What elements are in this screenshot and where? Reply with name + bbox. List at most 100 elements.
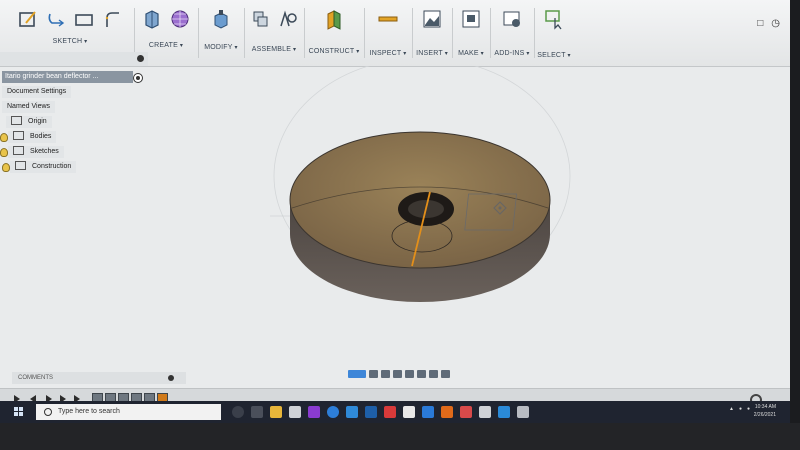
line-icon[interactable] [45,6,67,32]
cortana-icon[interactable] [232,406,244,418]
model-canvas[interactable] [150,57,790,366]
browser-item-label: Document Settings [7,88,67,95]
toolbar-right: □ ◷ [757,18,780,29]
new-component-icon[interactable] [249,6,271,32]
browser-item-document-settings[interactable]: Document Settings [2,86,72,98]
make-label[interactable]: MAKE [454,50,488,57]
active-component-icon[interactable] [133,73,143,83]
construct-group[interactable]: CONSTRUCT [306,4,362,64]
app-icon[interactable] [384,406,396,418]
press-pull-icon[interactable] [210,6,232,32]
browser-item-named-views[interactable]: Named Views [2,101,56,113]
store-icon[interactable] [289,406,301,418]
browser-item-origin[interactable]: Origin [6,115,52,128]
sketch-label[interactable]: SKETCH [6,38,134,45]
sketches-visibility-icon[interactable] [0,148,8,157]
browser-item-label: Named Views [7,103,51,110]
select-icon[interactable] [543,6,565,32]
pan-icon[interactable] [381,370,390,378]
rectangle-icon[interactable] [73,6,95,32]
create-sketch-icon[interactable] [17,6,39,32]
browser-item-label: Bodies [30,133,52,140]
create-label[interactable]: CREATE [136,42,196,49]
browser-item-label: Sketches [30,148,59,155]
notifications-icon[interactable]: □ [757,18,763,29]
app-icon[interactable] [422,406,434,418]
taskbar-clock[interactable]: 10:34 AM 2/26/2021 [754,403,776,419]
navigation-bar [348,368,478,380]
fit-icon[interactable] [405,370,414,378]
app-icon[interactable] [517,406,529,418]
help-icon[interactable]: ◷ [771,18,780,29]
system-tray: ▲ ● ● [729,406,750,412]
modify-label[interactable]: MODIFY [200,44,242,51]
3d-print-icon[interactable] [460,6,482,32]
form-icon[interactable] [169,6,191,32]
inspect-label[interactable]: INSPECT [366,50,410,57]
fusion-window: SKETCH CREATE MODIFY ASSEMBLE [0,0,790,412]
joint-icon[interactable] [277,6,299,32]
app-icon[interactable] [403,406,415,418]
insert-label[interactable]: INSERT [414,50,450,57]
clock-date: 2/26/2021 [753,412,776,418]
volume-icon[interactable]: ● [747,406,750,412]
insert-group[interactable]: INSERT [414,4,450,64]
display-settings-icon[interactable] [417,370,426,378]
modify-group[interactable]: MODIFY [200,4,242,64]
extrude-icon[interactable] [141,6,163,32]
measure-icon[interactable] [377,6,399,32]
browser-item-sketches[interactable]: Sketches [8,145,64,158]
viewports-icon[interactable] [441,370,450,378]
construction-visibility-icon[interactable] [2,163,10,172]
tray-arrow-icon[interactable]: ▲ [729,406,734,412]
folder-icon [13,130,24,140]
taskbar-search[interactable]: Type here to search [36,404,221,420]
scripts-icon[interactable] [501,6,523,32]
network-icon[interactable]: ● [739,406,742,412]
panel-options-icon[interactable] [137,55,144,62]
taskbar-apps [232,406,529,418]
fusion-icon[interactable] [441,406,453,418]
select-label[interactable]: SELECT [536,52,572,59]
chrome-icon[interactable] [327,406,339,418]
taskbar: Type here to search ▲ ● ● 10:34 AM 2/26/… [0,401,790,423]
insert-image-icon[interactable] [421,6,443,32]
browser-item-label: Construction [32,163,72,170]
select-group[interactable]: SELECT [536,4,572,64]
inspect-group[interactable]: INSPECT [366,4,410,64]
app-icon[interactable] [460,406,472,418]
app-icon[interactable] [308,406,320,418]
assemble-label[interactable]: ASSEMBLE [246,46,302,53]
assemble-group[interactable]: ASSEMBLE [246,4,302,64]
app-icon[interactable] [365,406,377,418]
file-explorer-icon[interactable] [270,406,282,418]
comments-panel[interactable]: COMMENTS [12,372,186,384]
search-icon [44,408,52,416]
zoom-icon[interactable] [393,370,402,378]
folder-icon [13,145,24,155]
comments-options-icon[interactable] [168,375,174,381]
fillet-icon[interactable] [101,6,123,32]
browser-item-construction[interactable]: Construction [10,160,77,173]
document-root[interactable]: Itario grinder bean deflector ... [2,71,133,83]
add-ins-label[interactable]: ADD-INS [492,50,532,57]
offset-plane-icon[interactable] [323,6,345,32]
orbit-icon[interactable] [348,370,366,378]
browser-item-bodies[interactable]: Bodies [8,130,57,143]
app-icon[interactable] [498,406,510,418]
browser-header [0,52,148,66]
add-ins-group[interactable]: ADD-INS [492,4,532,64]
folder-icon [15,160,26,170]
edge-icon[interactable] [346,406,358,418]
search-placeholder: Type here to search [58,408,120,415]
task-view-icon[interactable] [251,406,263,418]
make-group[interactable]: MAKE [454,4,488,64]
browser-panel: Itario grinder bean deflector ... Docume… [0,52,148,182]
grid-settings-icon[interactable] [429,370,438,378]
bodies-visibility-icon[interactable] [0,133,8,142]
look-at-icon[interactable] [369,370,378,378]
3d-viewport[interactable] [150,57,790,366]
construct-label[interactable]: CONSTRUCT [306,48,362,55]
app-icon[interactable] [479,406,491,418]
windows-start-icon[interactable] [14,407,24,417]
